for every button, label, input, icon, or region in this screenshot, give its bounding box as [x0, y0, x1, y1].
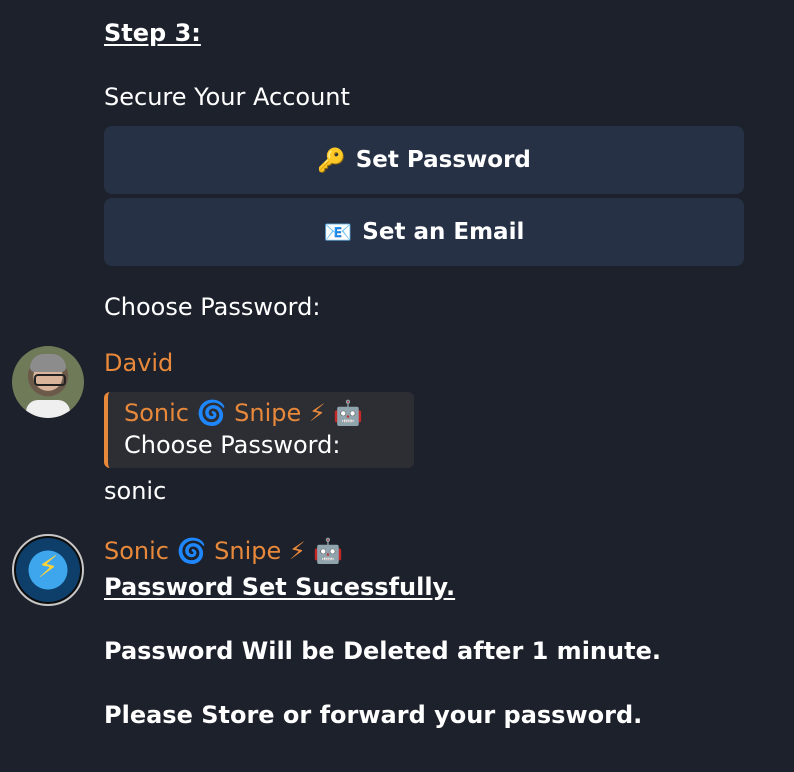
- choose-password-prompt: Choose Password:: [104, 293, 321, 321]
- set-password-label: Set Password: [355, 147, 531, 173]
- avatar-bot[interactable]: ⚡: [12, 534, 84, 606]
- sender-name-bot[interactable]: Sonic 🌀 Snipe ⚡ 🤖: [104, 536, 343, 566]
- step-title: Step 3:: [104, 19, 201, 47]
- reply-sender: Sonic 🌀 Snipe ⚡ 🤖: [124, 399, 364, 427]
- reply-text: Choose Password:: [124, 431, 341, 459]
- set-email-label: Set an Email: [362, 219, 525, 245]
- avatar-glasses: [34, 374, 66, 386]
- reply-quote[interactable]: Sonic 🌀 Snipe ⚡ 🤖 Choose Password:: [104, 392, 414, 468]
- key-icon: 🔑: [317, 147, 346, 174]
- step-subtitle: Secure Your Account: [104, 83, 350, 111]
- set-email-button[interactable]: 📧 Set an Email: [104, 198, 744, 266]
- email-icon: 📧: [323, 219, 353, 246]
- password-set-message: Password Set Sucessfully.: [104, 573, 456, 601]
- sender-name-david[interactable]: David: [104, 348, 173, 378]
- store-notice: Please Store or forward your password.: [104, 701, 643, 729]
- deletion-notice: Password Will be Deleted after 1 minute.: [104, 637, 661, 665]
- set-password-button[interactable]: 🔑 Set Password: [104, 126, 744, 194]
- avatar-david[interactable]: [12, 346, 84, 418]
- avatar-hair: [30, 354, 66, 372]
- message-text: sonic: [104, 477, 167, 505]
- lightning-icon: ⚡: [37, 550, 59, 585]
- avatar-shirt: [26, 400, 70, 418]
